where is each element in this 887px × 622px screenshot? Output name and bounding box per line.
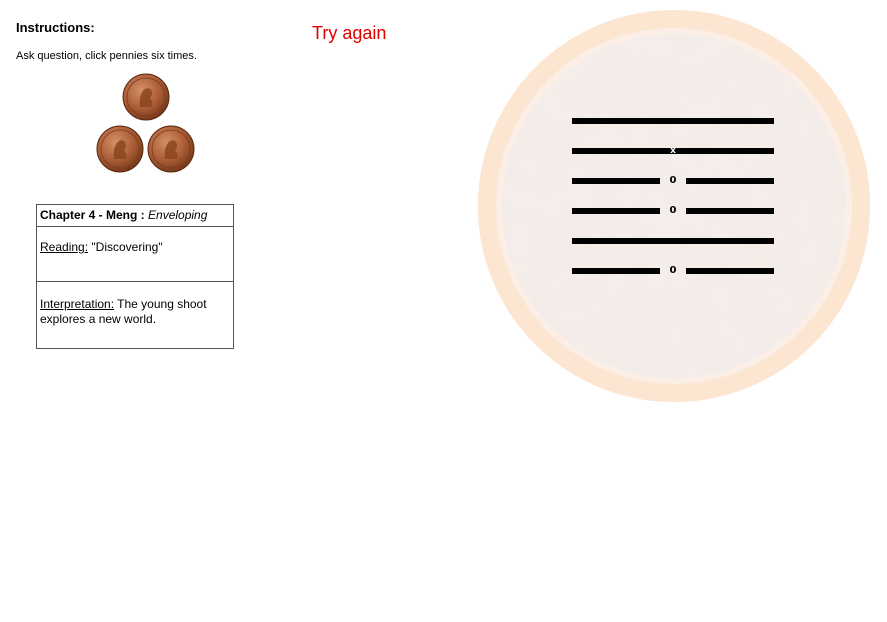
- hexagram-line: [572, 238, 774, 244]
- penny-icon[interactable]: [96, 125, 144, 173]
- reading-value: "Discovering": [91, 240, 163, 254]
- page: Instructions: Ask question, click pennie…: [0, 0, 887, 622]
- penny-icon[interactable]: [147, 125, 195, 173]
- chapter-name: Enveloping: [148, 208, 208, 222]
- broken-line-right-segment: [686, 268, 774, 274]
- chapter-prefix: Chapter 4 - Meng :: [40, 208, 145, 222]
- reading-cell: Reading: "Discovering": [36, 226, 234, 282]
- interpretation-cell: Interpretation: The young shoot explores…: [36, 281, 234, 349]
- hexagram-line: 0: [572, 205, 774, 216]
- broken-line-right-segment: [686, 208, 774, 214]
- hexagram-line: [572, 118, 774, 124]
- try-again-link[interactable]: Try again: [312, 23, 386, 44]
- broken-line-left-segment: [572, 208, 660, 214]
- reading-label: Reading:: [40, 240, 89, 254]
- instructions-text: Ask question, click pennies six times.: [16, 50, 197, 62]
- solid-line-segment: [572, 238, 774, 244]
- penny-icon[interactable]: [122, 73, 170, 121]
- reading-table: Chapter 4 - Meng : Enveloping Reading: "…: [36, 204, 234, 349]
- broken-line-right-segment: [686, 178, 774, 184]
- hexagram-line: 0: [572, 175, 774, 186]
- hexagram-line: x: [572, 146, 774, 156]
- solid-line-segment: [572, 118, 774, 124]
- changing-yin-marker: 0: [669, 175, 677, 186]
- hexagram-line: 0: [572, 265, 774, 276]
- instructions-title: Instructions:: [16, 20, 95, 35]
- chapter-cell: Chapter 4 - Meng : Enveloping: [36, 204, 234, 227]
- changing-yin-marker: 0: [669, 205, 677, 216]
- interpretation-label: Interpretation:: [40, 297, 115, 311]
- broken-line-left-segment: [572, 268, 660, 274]
- hexagram: x 0 0 0: [572, 118, 774, 278]
- changing-yin-marker: 0: [669, 265, 677, 276]
- changing-yang-marker: x: [670, 146, 676, 156]
- broken-line-left-segment: [572, 178, 660, 184]
